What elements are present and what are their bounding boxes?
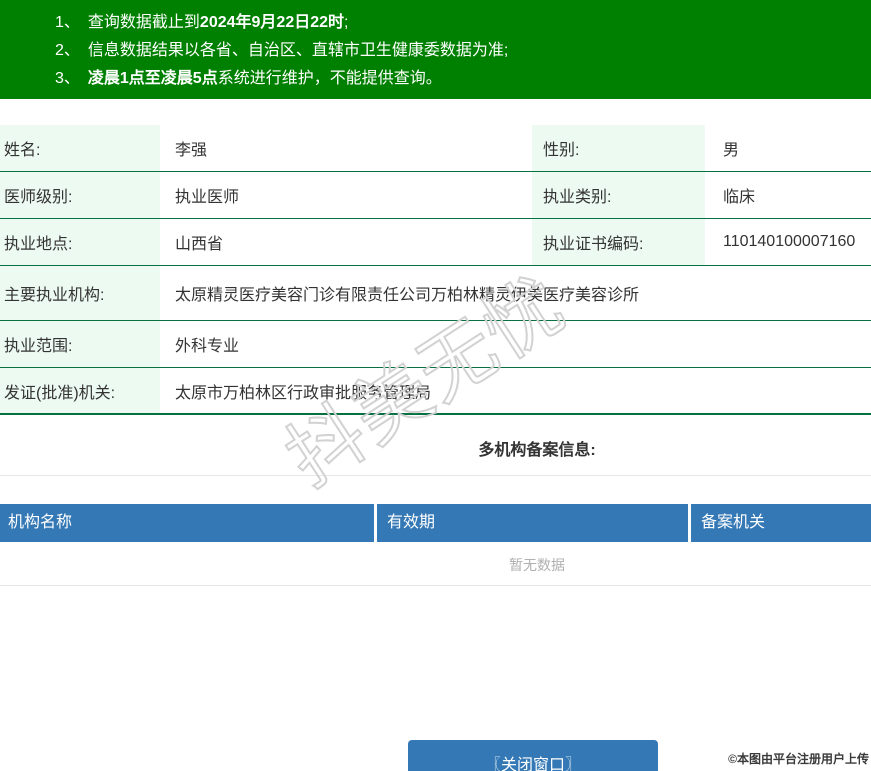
notice-item-3: 3、凌晨1点至凌晨5点系统进行维护，不能提供查询。 [55, 65, 871, 93]
table-row: 姓名: 李强 性别: 男 [0, 125, 871, 172]
notice-text: ; [344, 14, 348, 31]
table-row: 医师级别: 执业医师 执业类别: 临床 [0, 172, 871, 219]
table-row: 发证(批准)机关: 太原市万柏林区行政审批服务管理局 [0, 368, 871, 415]
doctor-level-value: 执业医师 [160, 172, 532, 218]
notice-number: 3、 [55, 70, 80, 87]
divider [0, 475, 871, 476]
close-window-button[interactable]: 〖关闭窗口〗 [408, 740, 658, 771]
filing-header-institution-name: 机构名称 [0, 504, 374, 542]
table-row: 执业地点: 山西省 执业证书编码: 110140100007160 [0, 219, 871, 266]
notice-bold-text: 凌晨1点至凌晨5点 [88, 70, 218, 87]
notice-text: 系统进行维护，不能提供查询。 [218, 70, 442, 87]
license-number-label: 执业证书编码: [532, 219, 705, 265]
main-institution-value: 太原精灵医疗美容门诊有限责任公司万柏林精灵伊美医疗美容诊所 [160, 266, 871, 320]
license-number-value: 110140100007160 [705, 219, 871, 265]
notice-item-2: 2、信息数据结果以各省、自治区、直辖市卫生健康委数据为准; [55, 37, 871, 65]
gender-value: 男 [705, 125, 871, 171]
filing-header-filing-authority: 备案机关 [691, 504, 871, 542]
practice-location-value: 山西省 [160, 219, 532, 265]
practice-scope-label: 执业范围: [0, 321, 160, 367]
notice-banner: 1、查询数据截止到2024年9月22日22时; 2、信息数据结果以各省、自治区、… [0, 0, 871, 99]
issuing-authority-value: 太原市万柏林区行政审批服务管理局 [160, 368, 871, 413]
filing-table-header: 机构名称 有效期 备案机关 [0, 504, 871, 542]
practice-category-label: 执业类别: [532, 172, 705, 218]
name-label: 姓名: [0, 125, 160, 171]
practitioner-info-table: 姓名: 李强 性别: 男 医师级别: 执业医师 执业类别: 临床 执业地点: 山… [0, 125, 871, 415]
practice-location-label: 执业地点: [0, 219, 160, 265]
platform-upload-credit: ©本图由平台注册用户上传 [728, 750, 869, 767]
notice-number: 2、 [55, 42, 80, 59]
multi-institution-filing-title: 多机构备案信息: [0, 415, 871, 475]
issuing-authority-label: 发证(批准)机关: [0, 368, 160, 413]
gender-label: 性别: [532, 125, 705, 171]
page-content: 姓名: 李强 性别: 男 医师级别: 执业医师 执业类别: 临床 执业地点: 山… [0, 125, 871, 586]
name-value: 李强 [160, 125, 532, 171]
notice-text: 查询数据截止到 [88, 14, 200, 31]
main-institution-label: 主要执业机构: [0, 266, 160, 320]
doctor-level-label: 医师级别: [0, 172, 160, 218]
table-row: 执业范围: 外科专业 [0, 321, 871, 368]
notice-text: 信息数据结果以各省、自治区、直辖市卫生健康委数据为准; [88, 42, 508, 59]
filing-header-validity-period: 有效期 [377, 504, 688, 542]
empty-data-text: 暂无数据 [0, 542, 871, 586]
practice-category-value: 临床 [705, 172, 871, 218]
notice-bold-text: 2024年9月22日22时 [200, 14, 344, 31]
notice-item-1: 1、查询数据截止到2024年9月22日22时; [55, 9, 871, 37]
practice-scope-value: 外科专业 [160, 321, 871, 367]
table-row: 主要执业机构: 太原精灵医疗美容门诊有限责任公司万柏林精灵伊美医疗美容诊所 [0, 266, 871, 321]
notice-number: 1、 [55, 14, 80, 31]
